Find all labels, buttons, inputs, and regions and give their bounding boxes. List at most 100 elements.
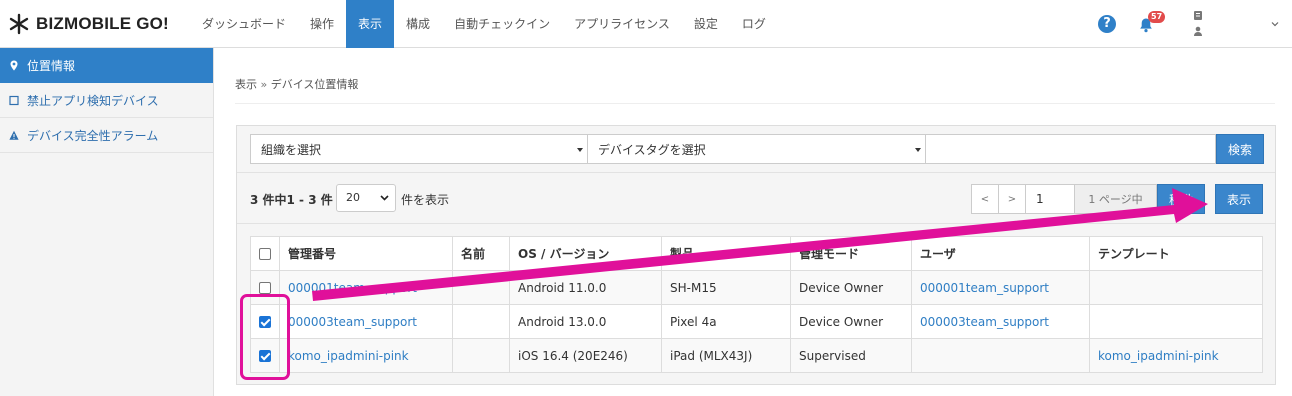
cell-id: komo_ipadmini-pink [279,338,453,373]
cell-mode: Supervised [790,338,912,373]
cell-os: iOS 16.4 (20E246) [509,338,662,373]
org-select[interactable]: 組織を選択 [250,134,588,164]
sidebar-item-label: 位置情報 [27,58,76,73]
breadcrumb-separator: » [260,78,268,91]
nav-operation[interactable]: 操作 [298,0,346,48]
cell-product: iPad (MLX43J) [661,338,791,373]
sidebar-item-label: デバイス完全性アラーム [27,128,159,143]
search-button[interactable]: 検索 [1216,134,1264,164]
table-row: 000003team_support Android 13.0.0 Pixel … [250,304,1263,339]
device-table: 管理番号 名前 OS / バージョン 製品 管理モード ユーザ テンプレート 0… [250,236,1263,373]
notifications-button[interactable]: 57 [1136,11,1166,37]
nav-dashboard[interactable]: ダッシュボード [190,0,298,48]
cell-name [452,304,510,339]
cell-name [452,338,510,373]
breadcrumb-parent[interactable]: 表示 [235,78,257,91]
page-number-input[interactable]: 1 [1025,184,1075,214]
column-header-user[interactable]: ユーザ [911,236,1090,271]
template-link[interactable]: komo_ipadmini-pink [1098,349,1219,363]
table-row: 000001team_support Android 11.0.0 SH-M15… [250,270,1263,305]
cell-template [1089,304,1263,339]
column-header-id[interactable]: 管理番号 [279,236,453,271]
prev-page-button[interactable]: < [971,184,999,214]
logo-icon [9,13,29,34]
result-count: 3 件中1 - 3 件 [250,193,333,207]
device-id-link[interactable]: 000001team_support [288,281,417,295]
cell-user: 000001team_support [911,270,1090,305]
cell-user: 000003team_support [911,304,1090,339]
search-input[interactable] [926,134,1216,164]
chevron-down-icon[interactable] [1270,19,1280,29]
cell-name [452,270,510,305]
select-all-checkbox[interactable] [259,248,271,260]
column-header-name[interactable]: 名前 [452,236,510,271]
sidebar-item-integrity-alarm[interactable]: デバイス完全性アラーム [0,118,213,153]
next-page-button[interactable]: > [998,184,1026,214]
sidebar-item-prohibited-apps[interactable]: 禁止アプリ検知デバイス [0,83,213,118]
cell-template [1089,270,1263,305]
org-select-value: 組織を選択 [261,142,322,157]
cell-user [911,338,1090,373]
divider [235,103,1275,104]
caret-down-icon [577,148,583,152]
nav-configuration[interactable]: 構成 [394,0,442,48]
table-row: komo_ipadmini-pink iOS 16.4 (20E246) iPa… [250,338,1263,373]
cell-os: Android 11.0.0 [509,270,662,305]
cell-mode: Device Owner [790,304,912,339]
caret-down-icon [915,148,921,152]
device-tag-select-value: デバイスタグを選択 [598,142,706,157]
sidebar-item-label: 禁止アプリ検知デバイス [27,93,159,108]
select-all-cell [250,236,280,271]
breadcrumb-current: デバイス位置情報 [270,78,359,91]
cell-product: SH-M15 [661,270,791,305]
cell-id: 000003team_support [279,304,453,339]
column-header-template[interactable]: テンプレート [1089,236,1263,271]
user-link[interactable]: 000001team_support [920,281,1049,295]
brand[interactable]: BIZMOBILE GO! [0,0,190,48]
device-tag-select[interactable]: デバイスタグを選択 [588,134,926,164]
main-nav: ダッシュボード 操作 表示 構成 自動チェックイン アプリライセンス 設定 ログ [190,0,778,48]
breadcrumb: 表示 » デバイス位置情報 [235,76,358,92]
show-button[interactable]: 表示 [1215,184,1263,214]
cell-product: Pixel 4a [661,304,791,339]
go-page-button[interactable]: 移動 [1157,184,1205,214]
pagination-bar: 3 件中1 - 3 件 20 件を表示 < > 1 1 ページ中 移動 表示 [237,172,1275,224]
annotation-highlight-box [240,294,290,380]
sidebar: 位置情報 禁止アプリ検知デバイス デバイス完全性アラーム [0,48,214,396]
per-page-label: 件を表示 [401,193,450,207]
per-page-select[interactable]: 20 [336,184,396,212]
per-page-value: 20 [346,191,360,204]
notification-badge: 57 [1148,11,1166,23]
cell-mode: Device Owner [790,270,912,305]
cell-id: 000001team_support [279,270,453,305]
column-header-mode[interactable]: 管理モード [790,236,912,271]
sidebar-item-location[interactable]: 位置情報 [0,48,213,83]
nav-view[interactable]: 表示 [346,0,395,48]
top-navbar: BIZMOBILE GO! ダッシュボード 操作 表示 構成 自動チェックイン … [0,0,1292,48]
nav-auto-checkin[interactable]: 自動チェックイン [442,0,562,48]
cell-template: komo_ipadmini-pink [1089,338,1263,373]
map-marker-icon [10,60,18,70]
user-link[interactable]: 000003team_support [920,315,1049,329]
brand-name: BIZMOBILE GO! [36,13,169,33]
row-checkbox[interactable] [259,282,271,294]
device-id-link[interactable]: 000003team_support [288,315,417,329]
warning-icon [9,130,19,140]
device-location-panel: 組織を選択 デバイスタグを選択 検索 3 件中1 - 3 件 20 件を表示 <… [236,125,1276,385]
nav-app-license[interactable]: アプリライセンス [562,0,682,48]
filter-row: 組織を選択 デバイスタグを選択 検索 [250,134,1264,164]
pager: < > 1 1 ページ中 移動 [971,184,1205,214]
user-icon[interactable] [1192,9,1204,39]
chevron-down-icon [380,195,389,201]
nav-log[interactable]: ログ [730,0,778,48]
table-header-row: 管理番号 名前 OS / バージョン 製品 管理モード ユーザ テンプレート [250,236,1263,271]
nav-settings[interactable]: 設定 [682,0,730,48]
page-total-label: 1 ページ中 [1074,184,1157,214]
cell-os: Android 13.0.0 [509,304,662,339]
column-header-product[interactable]: 製品 [661,236,791,271]
square-icon [9,95,19,105]
device-id-link[interactable]: komo_ipadmini-pink [288,349,409,363]
help-icon[interactable]: ? [1098,15,1116,33]
column-header-os[interactable]: OS / バージョン [509,236,662,271]
main-content: 表示 » デバイス位置情報 組織を選択 デバイスタグを選択 検索 3 件中1 -… [214,48,1292,396]
